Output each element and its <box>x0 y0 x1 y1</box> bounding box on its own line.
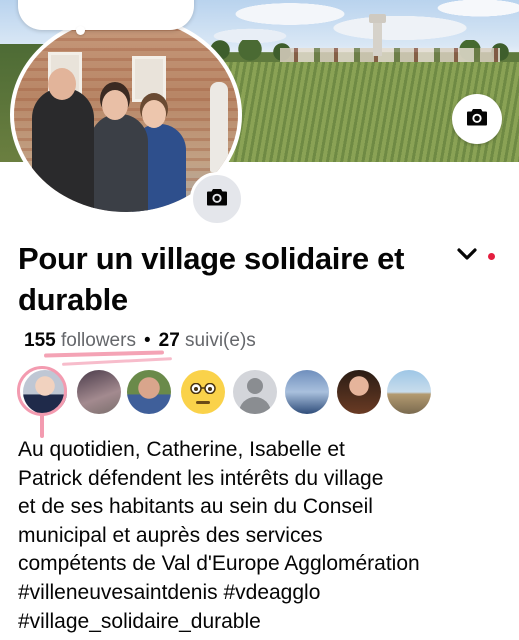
highlight-circle-tail <box>40 414 44 438</box>
follower-avatar-7[interactable] <box>337 370 381 414</box>
followers-label: followers <box>60 330 136 351</box>
notification-dot <box>488 253 495 260</box>
edit-cover-button[interactable] <box>452 94 502 144</box>
status-bubble[interactable] <box>18 0 194 35</box>
highlight-underline-2 <box>61 357 173 366</box>
following-link[interactable]: 27 suivi(e)s <box>159 330 256 351</box>
edit-profile-picture-button[interactable] <box>190 172 244 226</box>
followers-preview <box>21 370 441 418</box>
cover-houses <box>280 48 500 62</box>
follower-avatar-4[interactable] <box>181 370 225 414</box>
followers-link[interactable]: 155 followers <box>24 330 136 351</box>
page-stats: 155 followers • 27 suivi(e)s <box>24 329 256 353</box>
follower-avatar-2[interactable] <box>77 370 121 414</box>
cover-water-tower <box>369 14 386 56</box>
follower-avatar-5[interactable] <box>233 370 277 414</box>
page-title: Pour un village solidaire et durable <box>18 241 405 317</box>
chevron-down-icon <box>457 248 477 266</box>
following-count: 27 <box>158 330 180 351</box>
follower-avatar-6[interactable] <box>285 370 329 414</box>
followers-count: 155 <box>24 330 56 351</box>
stats-separator: • <box>143 330 151 351</box>
follower-avatar-8[interactable] <box>387 370 431 414</box>
follower-avatar-3[interactable] <box>127 370 171 414</box>
profile-picture[interactable] <box>10 14 244 226</box>
following-label: suivi(e)s <box>185 330 256 351</box>
highlight-circle <box>17 366 67 416</box>
camera-icon <box>206 187 228 212</box>
page-bio: Au quotidien, Catherine, Isabelle et Pat… <box>18 438 420 633</box>
more-options-button[interactable] <box>456 248 478 266</box>
camera-icon <box>466 107 488 132</box>
